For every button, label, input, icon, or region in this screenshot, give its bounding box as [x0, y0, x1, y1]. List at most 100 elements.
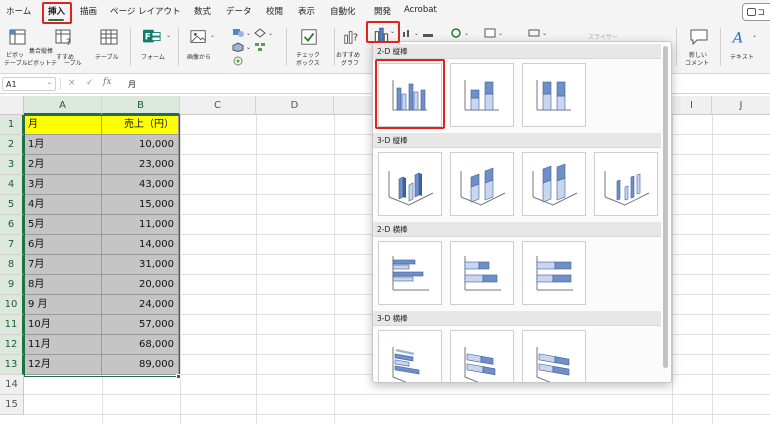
3d-model-icon[interactable]	[232, 42, 244, 52]
chevron-down-icon[interactable]: ⌄	[47, 79, 52, 86]
forms-button[interactable]: F ⌄ フォーム	[138, 24, 172, 74]
cell-b11[interactable]: 57,000	[102, 315, 179, 335]
cell-a3[interactable]: 2月	[24, 155, 102, 175]
row-header-11[interactable]: 11	[0, 315, 24, 335]
chart-100-stacked-bar-3d[interactable]	[522, 330, 586, 382]
tab-page-layout[interactable]: ページ レイアウト	[110, 5, 181, 17]
column-header-b[interactable]: B	[102, 96, 180, 115]
column-header-a[interactable]: A	[24, 96, 102, 115]
cell-a9[interactable]: 8月	[24, 275, 102, 295]
row-header-3[interactable]: 3	[0, 155, 24, 175]
fill-handle[interactable]	[176, 374, 181, 379]
row-header-8[interactable]: 8	[0, 255, 24, 275]
chevron-down-icon[interactable]: ⌄	[210, 32, 215, 39]
row-header-12[interactable]: 12	[0, 335, 24, 355]
map-chart-icon[interactable]	[450, 28, 462, 38]
recommended-charts-button[interactable]: ? おすすめ グラフ	[336, 24, 368, 74]
cell-a1[interactable]: 月	[24, 115, 102, 135]
chevron-down-icon[interactable]: ⌄	[268, 30, 273, 37]
chart-clustered-column-2d[interactable]	[378, 63, 442, 127]
line-chart-icon[interactable]	[402, 28, 414, 38]
chart-clustered-column-3d[interactable]	[378, 152, 442, 216]
chevron-down-icon[interactable]: ⌄	[246, 44, 251, 51]
chevron-down-icon[interactable]: ⌄	[498, 30, 503, 37]
chart-stacked-column-2d[interactable]	[450, 63, 514, 127]
column-header-d[interactable]: D	[256, 96, 334, 115]
text-button[interactable]: A ⌄ テキスト	[724, 24, 770, 74]
formula-input[interactable]: 月	[128, 79, 136, 90]
insert-function-icon[interactable]: fx	[103, 77, 111, 87]
shapes-icon[interactable]	[232, 28, 244, 38]
column-header-j[interactable]: J	[712, 96, 770, 115]
cell-b1[interactable]: 売上（円）	[102, 115, 179, 135]
icons-icon[interactable]	[254, 28, 266, 38]
cell-a11[interactable]: 10月	[24, 315, 102, 335]
slicer-label[interactable]: スライサー	[588, 32, 618, 41]
cell-b7[interactable]: 14,000	[102, 235, 179, 255]
chart-100-stacked-column-2d[interactable]	[522, 63, 586, 127]
cell-b12[interactable]: 68,000	[102, 335, 179, 355]
chart-100-stacked-bar-2d[interactable]	[522, 241, 586, 305]
chevron-down-icon[interactable]: ⌄	[166, 32, 171, 39]
pivot-chart-icon[interactable]	[484, 28, 496, 38]
row-header-6[interactable]: 6	[0, 215, 24, 235]
row-header-5[interactable]: 5	[0, 195, 24, 215]
cell-b9[interactable]: 20,000	[102, 275, 179, 295]
cell-a4[interactable]: 3月	[24, 175, 102, 195]
row-header-2[interactable]: 2	[0, 135, 24, 155]
chart-stacked-bar-2d[interactable]	[450, 241, 514, 305]
table-button[interactable]: テーブル	[94, 24, 124, 74]
chevron-down-icon[interactable]: ⌄	[542, 30, 547, 37]
tab-home[interactable]: ホーム	[6, 5, 31, 17]
hierarchy-chart-icon[interactable]	[422, 28, 434, 38]
gallery-scrollbar[interactable]	[663, 46, 668, 368]
column-header-e[interactable]	[334, 96, 374, 115]
cell-a5[interactable]: 4月	[24, 195, 102, 215]
recommended-pivot-button[interactable]: ? 集合縦棒 すすめ ピボットテ ーブル	[27, 24, 82, 74]
enter-icon[interactable]: ✓	[86, 78, 94, 88]
smartart-icon[interactable]	[254, 42, 266, 52]
row-header-9[interactable]: 9	[0, 275, 24, 295]
cell-b6[interactable]: 11,000	[102, 215, 179, 235]
cell-b8[interactable]: 31,000	[102, 255, 179, 275]
screenshot-icon[interactable]	[232, 56, 244, 66]
row-header-14[interactable]: 14	[0, 375, 24, 395]
chart-stacked-column-3d[interactable]	[450, 152, 514, 216]
cell-b13[interactable]: 89,000	[102, 355, 179, 375]
new-comment-button[interactable]: 新しい コメント	[682, 24, 716, 74]
chart-clustered-bar-2d[interactable]	[378, 241, 442, 305]
chart-3d-column[interactable]	[594, 152, 658, 216]
cell-a6[interactable]: 5月	[24, 215, 102, 235]
cell-a13[interactable]: 12月	[24, 355, 102, 375]
comments-button[interactable]: コ	[742, 3, 770, 21]
name-box[interactable]: A1 ⌄	[2, 77, 56, 91]
cell-b3[interactable]: 23,000	[102, 155, 179, 175]
cell-b5[interactable]: 15,000	[102, 195, 179, 215]
chart-stacked-bar-3d[interactable]	[450, 330, 514, 382]
sparkline-icon[interactable]	[528, 28, 540, 38]
row-header-1[interactable]: 1	[0, 115, 24, 135]
cell-b2[interactable]: 10,000	[102, 135, 179, 155]
checkbox-button[interactable]: チェック ボックス	[292, 24, 328, 74]
tab-review[interactable]: 校閲	[266, 5, 283, 17]
tab-acrobat[interactable]: Acrobat	[404, 5, 437, 15]
column-header-i[interactable]: I	[672, 96, 712, 115]
tab-automate[interactable]: 自動化	[330, 5, 356, 17]
row-header-15[interactable]: 15	[0, 395, 24, 415]
chevron-down-icon[interactable]: ⌄	[464, 30, 469, 37]
select-all-corner[interactable]	[0, 96, 24, 115]
tab-insert[interactable]: 挿入	[48, 5, 65, 17]
cell-b10[interactable]: 24,000	[102, 295, 179, 315]
cell-a12[interactable]: 11月	[24, 335, 102, 355]
cell-a2[interactable]: 1月	[24, 135, 102, 155]
tab-view[interactable]: 表示	[298, 5, 315, 17]
row-header-13[interactable]: 13	[0, 355, 24, 375]
tab-draw[interactable]: 描画	[80, 5, 97, 17]
row-header-10[interactable]: 10	[0, 295, 24, 315]
row-header-7[interactable]: 7	[0, 235, 24, 255]
cancel-icon[interactable]: ×	[68, 78, 76, 88]
picture-button[interactable]: ⌄ 画像から	[186, 24, 218, 74]
column-header-c[interactable]: C	[180, 96, 256, 115]
cell-a7[interactable]: 6月	[24, 235, 102, 255]
chart-clustered-bar-3d[interactable]	[378, 330, 442, 382]
